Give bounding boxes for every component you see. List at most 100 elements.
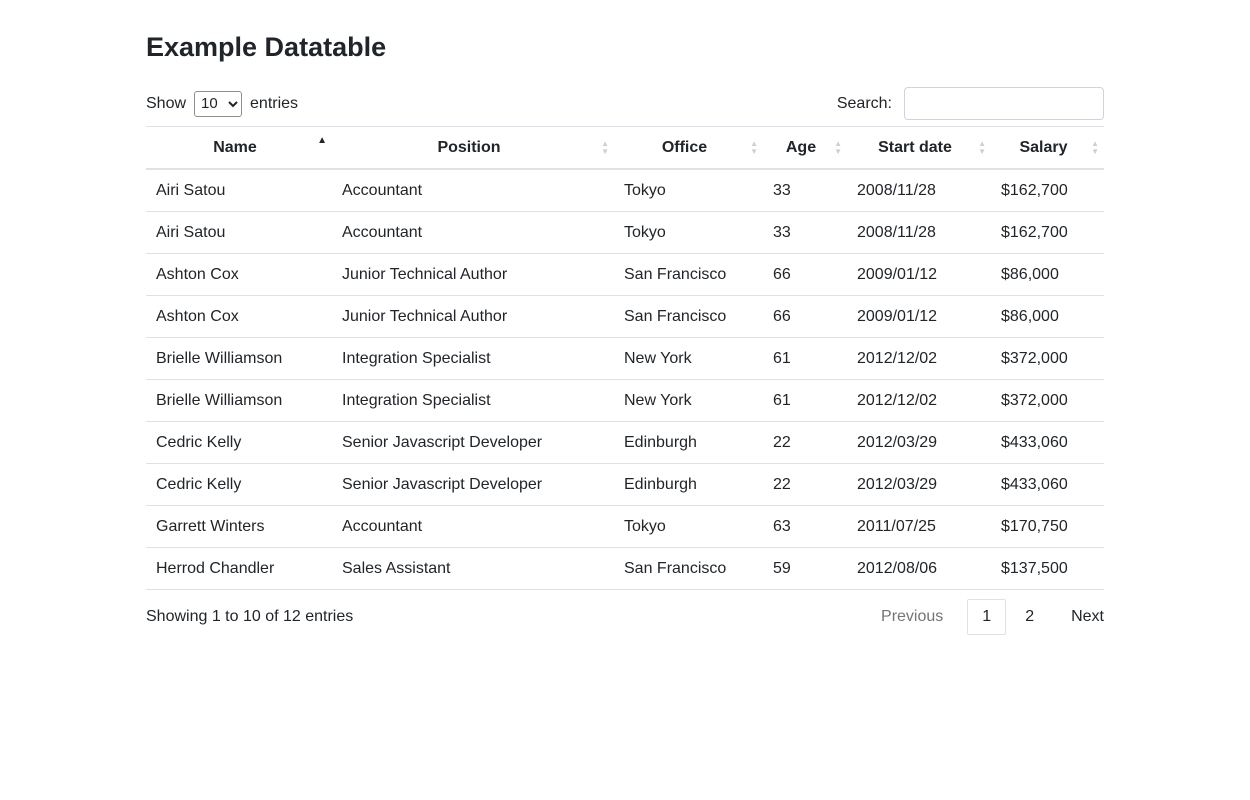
table-cell: 22 [763,422,847,464]
table-cell: Accountant [332,212,614,254]
table-row[interactable]: Cedric KellySenior Javascript DeveloperE… [146,464,1104,506]
table-row[interactable]: Brielle WilliamsonIntegration Specialist… [146,380,1104,422]
column-header-age[interactable]: Age ▲▼ [763,127,847,170]
table-cell: Senior Javascript Developer [332,422,614,464]
column-label: Start date [878,139,952,156]
table-info: Showing 1 to 10 of 12 entries [146,608,353,626]
table-cell: Integration Specialist [332,338,614,380]
column-header-start-date[interactable]: Start date ▲▼ [847,127,991,170]
table-cell: Sales Assistant [332,548,614,590]
sort-icon: ▲▼ [834,140,842,156]
table-cell: Herrod Chandler [146,548,332,590]
table-cell: $433,060 [991,464,1104,506]
table-row[interactable]: Cedric KellySenior Javascript DeveloperE… [146,422,1104,464]
table-cell: Junior Technical Author [332,254,614,296]
table-cell: Edinburgh [614,422,763,464]
page-button-2[interactable]: 2 [1010,599,1049,635]
table-cell: $86,000 [991,254,1104,296]
table-body: Airi SatouAccountantTokyo332008/11/28$16… [146,169,1104,590]
table-cell: 2012/03/29 [847,422,991,464]
next-button[interactable]: Next [1071,608,1104,626]
table-cell: 66 [763,296,847,338]
column-header-salary[interactable]: Salary▲▼ [991,127,1104,170]
table-cell: 33 [763,212,847,254]
pagination: Previous 12 Next [881,599,1104,635]
page-container: Example Datatable Show 10 entries Search… [146,0,1104,635]
search-label: Search: [837,95,892,113]
table-cell: 22 [763,464,847,506]
table-cell: 2012/08/06 [847,548,991,590]
table-cell: 2011/07/25 [847,506,991,548]
search-control: Search: [837,87,1104,120]
table-cell: Ashton Cox [146,296,332,338]
table-controls: Show 10 entries Search: [146,87,1104,120]
table-row[interactable]: Herrod ChandlerSales AssistantSan Franci… [146,548,1104,590]
sort-icon: ▲▼ [978,140,986,156]
table-row[interactable]: Airi SatouAccountantTokyo332008/11/28$16… [146,212,1104,254]
table-cell: 2009/01/12 [847,296,991,338]
table-cell: 2009/01/12 [847,254,991,296]
table-cell: 2012/03/29 [847,464,991,506]
table-cell: $433,060 [991,422,1104,464]
column-label: Name [213,139,257,156]
table-cell: Cedric Kelly [146,422,332,464]
column-header-position[interactable]: Position▲▼ [332,127,614,170]
table-cell: Airi Satou [146,212,332,254]
table-cell: 59 [763,548,847,590]
table-head: Name ▲ Position▲▼Office▲▼ Age ▲▼ Start date ▲▼… [146,127,1104,170]
table-cell: Cedric Kelly [146,464,332,506]
table-cell: Senior Javascript Developer [332,464,614,506]
table-cell: $162,700 [991,169,1104,212]
table-cell: Ashton Cox [146,254,332,296]
table-row[interactable]: Ashton CoxJunior Technical AuthorSan Fra… [146,254,1104,296]
table-cell: San Francisco [614,548,763,590]
table-cell: Edinburgh [614,464,763,506]
table-row[interactable]: Ashton CoxJunior Technical AuthorSan Fra… [146,296,1104,338]
table-row[interactable]: Airi SatouAccountantTokyo332008/11/28$16… [146,169,1104,212]
previous-button[interactable]: Previous [881,608,943,626]
table-cell: Integration Specialist [332,380,614,422]
pagination-pages: 12 [965,599,1051,635]
table-cell: Airi Satou [146,169,332,212]
table-cell: San Francisco [614,254,763,296]
page-length-select[interactable]: 10 [194,91,242,117]
table-row[interactable]: Garrett WintersAccountantTokyo632011/07/… [146,506,1104,548]
column-header-office[interactable]: Office▲▼ [614,127,763,170]
sort-icon: ▲▼ [601,140,609,156]
table-row[interactable]: Brielle WilliamsonIntegration Specialist… [146,338,1104,380]
table-cell: 61 [763,338,847,380]
sort-ascending-icon: ▲ [317,136,327,146]
page-title: Example Datatable [146,32,1104,63]
table-cell: New York [614,338,763,380]
table-cell: Accountant [332,169,614,212]
search-input[interactable] [904,87,1104,120]
show-label: Show [146,95,186,113]
table-cell: $372,000 [991,338,1104,380]
sort-icon: ▲▼ [750,140,758,156]
table-cell: Accountant [332,506,614,548]
column-header-name[interactable]: Name ▲ [146,127,332,170]
table-cell: 2012/12/02 [847,380,991,422]
table-cell: 2008/11/28 [847,212,991,254]
table-footer: Showing 1 to 10 of 12 entries Previous 1… [146,599,1104,635]
data-table: Name ▲ Position▲▼Office▲▼ Age ▲▼ Start date ▲▼… [146,126,1104,590]
table-cell: $137,500 [991,548,1104,590]
column-label: Age [786,139,816,156]
table-cell: Brielle Williamson [146,380,332,422]
table-cell: $372,000 [991,380,1104,422]
table-cell: Garrett Winters [146,506,332,548]
page-button-1[interactable]: 1 [967,599,1006,635]
table-cell: Tokyo [614,212,763,254]
table-cell: 66 [763,254,847,296]
table-cell: Tokyo [614,506,763,548]
sort-icon: ▲▼ [1091,140,1099,156]
page-length-control: Show 10 entries [146,91,298,117]
table-cell: $86,000 [991,296,1104,338]
table-cell: Brielle Williamson [146,338,332,380]
table-cell: Tokyo [614,169,763,212]
table-cell: San Francisco [614,296,763,338]
table-cell: 33 [763,169,847,212]
table-cell: 63 [763,506,847,548]
table-cell: $162,700 [991,212,1104,254]
table-cell: $170,750 [991,506,1104,548]
